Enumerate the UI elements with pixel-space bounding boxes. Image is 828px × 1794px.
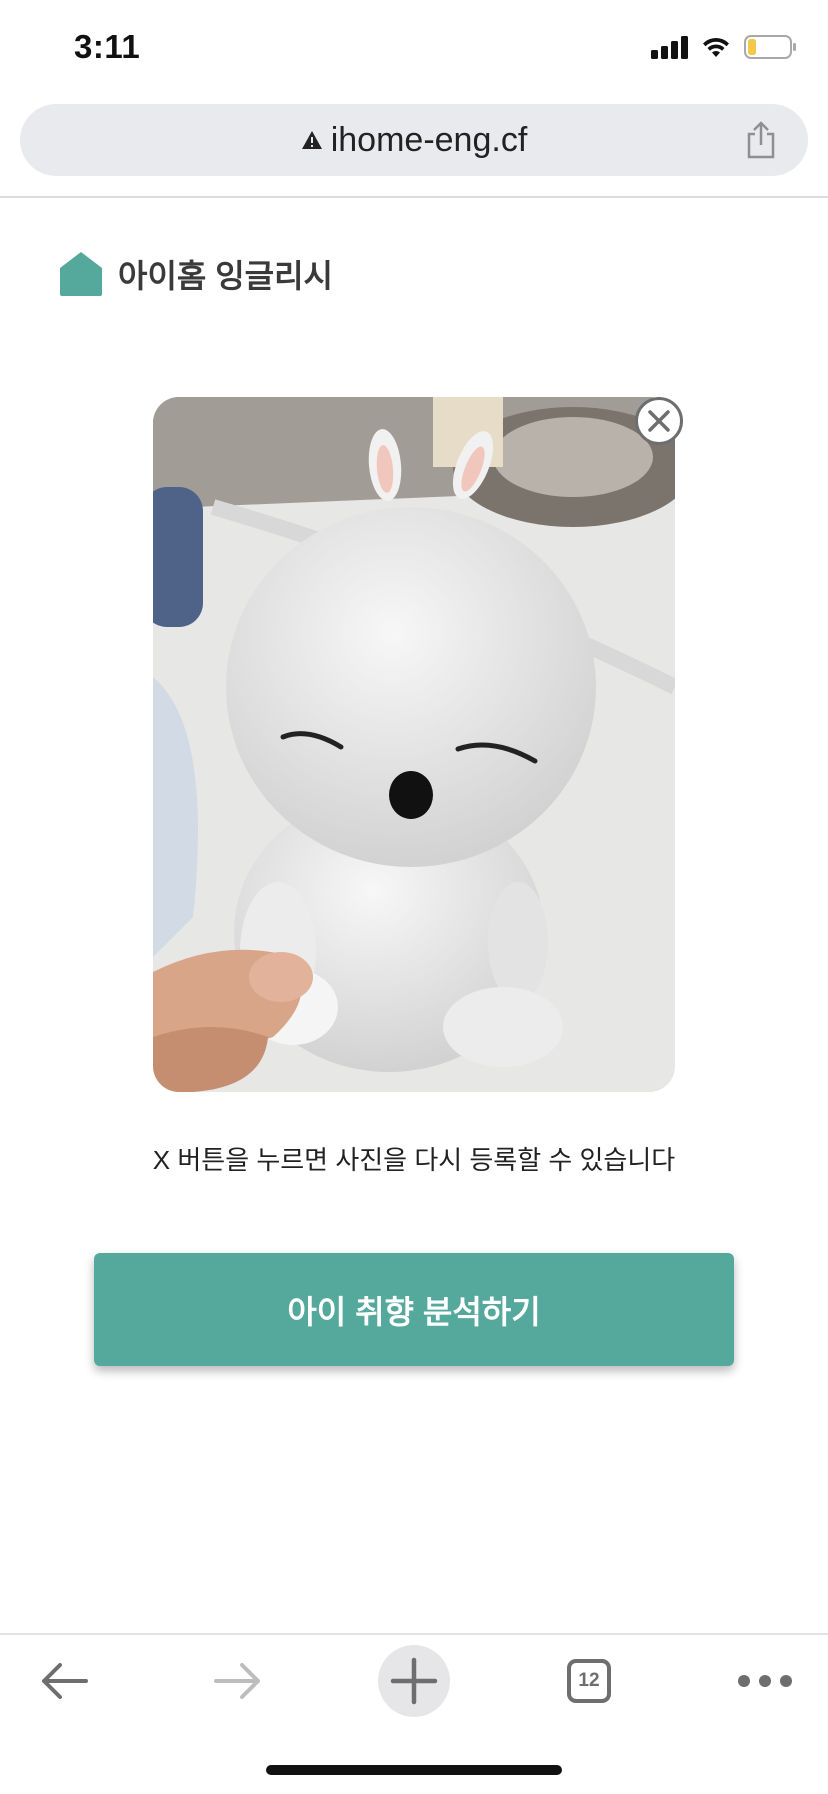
brand-name: 아이홈 잉글리시: [118, 258, 333, 294]
status-bar: 3:11: [0, 0, 828, 96]
battery-icon: [744, 35, 796, 59]
warning-triangle-icon: [301, 131, 322, 149]
new-tab-button[interactable]: [377, 1635, 451, 1727]
forward-arrow-icon: [214, 1663, 260, 1699]
brand-logo[interactable]: 아이홈 잉글리시: [58, 250, 333, 298]
signal-icon: [651, 35, 688, 59]
url-display[interactable]: ihome-eng.cf: [20, 104, 808, 176]
back-button[interactable]: [26, 1635, 102, 1727]
back-arrow-icon: [42, 1663, 88, 1699]
address-bar[interactable]: ihome-eng.cf: [20, 104, 808, 176]
url-text: ihome-eng.cf: [330, 120, 528, 159]
house-icon: [60, 252, 102, 296]
status-icons: [651, 34, 798, 60]
toolbar-divider: [0, 196, 828, 198]
more-dots-icon: [738, 1675, 792, 1687]
photo-preview: [153, 397, 683, 1092]
more-button[interactable]: [718, 1635, 812, 1727]
analyze-preference-button[interactable]: 아이 취향 분석하기: [94, 1253, 734, 1366]
remove-photo-button[interactable]: [635, 397, 683, 445]
plus-icon: [390, 1657, 438, 1705]
hint-text: X 버튼을 누르면 사진을 다시 등록할 수 있습니다: [152, 1145, 676, 1175]
uploaded-photo: [153, 397, 675, 1092]
share-icon: [747, 121, 775, 159]
plush-bunny-image: [153, 397, 675, 1092]
close-circle-icon: [648, 410, 670, 432]
wifi-icon: [703, 37, 729, 57]
status-time: 3:11: [74, 28, 141, 65]
share-button[interactable]: [744, 120, 778, 160]
forward-button[interactable]: [200, 1635, 276, 1727]
tabs-button[interactable]: 12: [564, 1635, 614, 1727]
home-indicator[interactable]: [266, 1765, 562, 1775]
tab-count-badge: 12: [567, 1659, 611, 1703]
new-tab-circle: [378, 1645, 450, 1717]
